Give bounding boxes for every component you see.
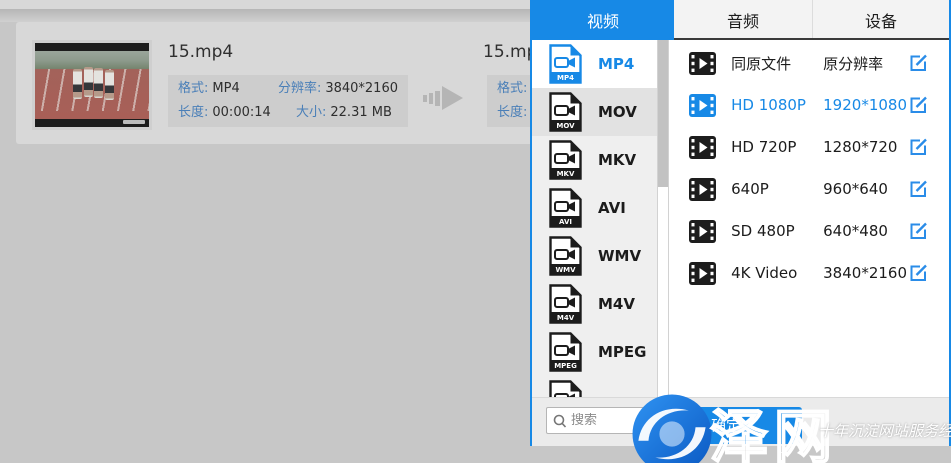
resolution-name: HD 720P <box>731 138 823 156</box>
filmstrip-icon <box>689 220 716 243</box>
resolution-row[interactable]: 同原文件 原分辨率 <box>669 42 949 84</box>
source-file-title: 15.mp4 <box>168 42 233 62</box>
resolution-name: 640P <box>731 180 823 198</box>
search-input[interactable] <box>571 413 651 428</box>
edit-icon[interactable] <box>907 262 929 284</box>
format-list: MP4 MP4 MOV MOV <box>532 40 657 397</box>
tab-video[interactable]: 视频 <box>532 0 674 40</box>
resolution-name: 同原文件 <box>731 53 823 74</box>
format-item-label: WMV <box>598 247 641 265</box>
file-type-icon: WMV <box>548 236 582 276</box>
format-item[interactable]: M4V M4V <box>532 280 657 328</box>
resolution-row[interactable]: HD 720P 1280*720 <box>669 126 949 168</box>
resolution-row[interactable]: 640P 960*640 <box>669 168 949 210</box>
format-list-scrollbar[interactable] <box>657 40 669 397</box>
edit-icon[interactable] <box>907 220 929 242</box>
resolution-value: 3840*2160 <box>823 264 907 282</box>
resolution-value: 1280*720 <box>823 138 907 156</box>
video-thumbnail <box>32 40 152 130</box>
tab-audio[interactable]: 音频 <box>674 0 812 40</box>
format-dropdown-panel: 视频 音频 设备 MP4 MP4 <box>530 0 951 446</box>
file-type-icon: M4V <box>548 284 582 324</box>
convert-arrow-icon <box>423 84 465 116</box>
scrollbar-thumb[interactable] <box>658 40 668 187</box>
resolution-label: 分辨率: <box>278 81 321 96</box>
file-type-icon: MP4 <box>548 44 582 84</box>
file-type-icon: MOV <box>548 92 582 132</box>
tab-device[interactable]: 设备 <box>812 0 949 40</box>
resolution-row[interactable]: HD 1080P 1920*1080 <box>669 84 949 126</box>
format-item-label: MKV <box>598 151 636 169</box>
size-value: 22.31 MB <box>330 105 391 120</box>
resolution-name: HD 1080P <box>731 96 823 114</box>
format-item-label: AVI <box>598 199 626 217</box>
file-type-icon <box>548 380 582 397</box>
format-item[interactable]: MKV MKV <box>532 136 657 184</box>
format-label: 格式: <box>178 81 208 96</box>
format-item[interactable]: MP4 MP4 <box>532 40 657 88</box>
filmstrip-icon <box>689 94 716 117</box>
filmstrip-icon <box>689 178 716 201</box>
file-type-icon: AVI <box>548 188 582 228</box>
thumbnail-watermark <box>123 120 145 124</box>
file-type-icon: MKV <box>548 140 582 180</box>
duration-label: 长度: <box>178 105 208 120</box>
svg-text:MOV: MOV <box>556 122 575 130</box>
search-icon <box>547 413 571 429</box>
resolution-list: 同原文件 原分辨率 <box>669 40 949 397</box>
duration-label: 长度: <box>497 105 527 120</box>
size-label: 大小: <box>296 105 326 120</box>
resolution-name: 4K Video <box>731 264 823 282</box>
resolution-value: 1920*1080 <box>823 96 907 114</box>
filmstrip-icon <box>689 136 716 159</box>
format-item[interactable]: AVI AVI <box>532 184 657 232</box>
format-item-label: M4V <box>598 295 635 313</box>
format-item-label: MOV <box>598 103 637 121</box>
format-value: MP4 <box>212 81 239 96</box>
resolution-row[interactable]: 4K Video 3840*2160 <box>669 252 949 294</box>
search-box[interactable] <box>546 407 658 434</box>
format-item[interactable]: WMV WMV <box>532 232 657 280</box>
resolution-name: SD 480P <box>731 222 823 240</box>
edit-icon[interactable] <box>907 52 929 74</box>
svg-text:MPEG: MPEG <box>554 362 577 370</box>
format-item-label: MP4 <box>598 55 634 73</box>
resolution-value: 原分辨率 <box>823 53 907 74</box>
resolution-value: 960*640 <box>823 180 907 198</box>
svg-text:MP4: MP4 <box>557 74 574 82</box>
edit-icon[interactable] <box>907 178 929 200</box>
resolution-value: 3840*2160 <box>325 81 398 96</box>
source-info-box: 格式: MP4 分辨率: 3840*2160 长度: 00:00:14 大小: 22.3… <box>168 75 408 127</box>
svg-text:AVI: AVI <box>559 218 572 226</box>
svg-text:WMV: WMV <box>555 266 576 274</box>
filmstrip-icon <box>689 52 716 75</box>
confirm-button[interactable]: 确定 <box>650 407 802 444</box>
file-type-icon: MPEG <box>548 332 582 372</box>
svg-text:M4V: M4V <box>557 314 575 322</box>
resolution-value: 640*480 <box>823 222 907 240</box>
resolution-row[interactable]: SD 480P 640*480 <box>669 210 949 252</box>
format-item[interactable]: MPEG MPEG <box>532 328 657 376</box>
format-item[interactable] <box>532 376 657 397</box>
filmstrip-icon <box>689 262 716 285</box>
format-label: 格式: <box>497 81 527 96</box>
edit-icon[interactable] <box>907 136 929 158</box>
edit-icon[interactable] <box>907 94 929 116</box>
format-tabbar: 视频 音频 设备 <box>532 0 949 40</box>
format-item-label: MPEG <box>598 343 646 361</box>
duration-value: 00:00:14 <box>212 105 270 120</box>
panel-bottom-bar: 确定 <box>532 397 949 446</box>
format-item[interactable]: MOV MOV <box>532 88 657 136</box>
svg-text:MKV: MKV <box>557 170 575 178</box>
